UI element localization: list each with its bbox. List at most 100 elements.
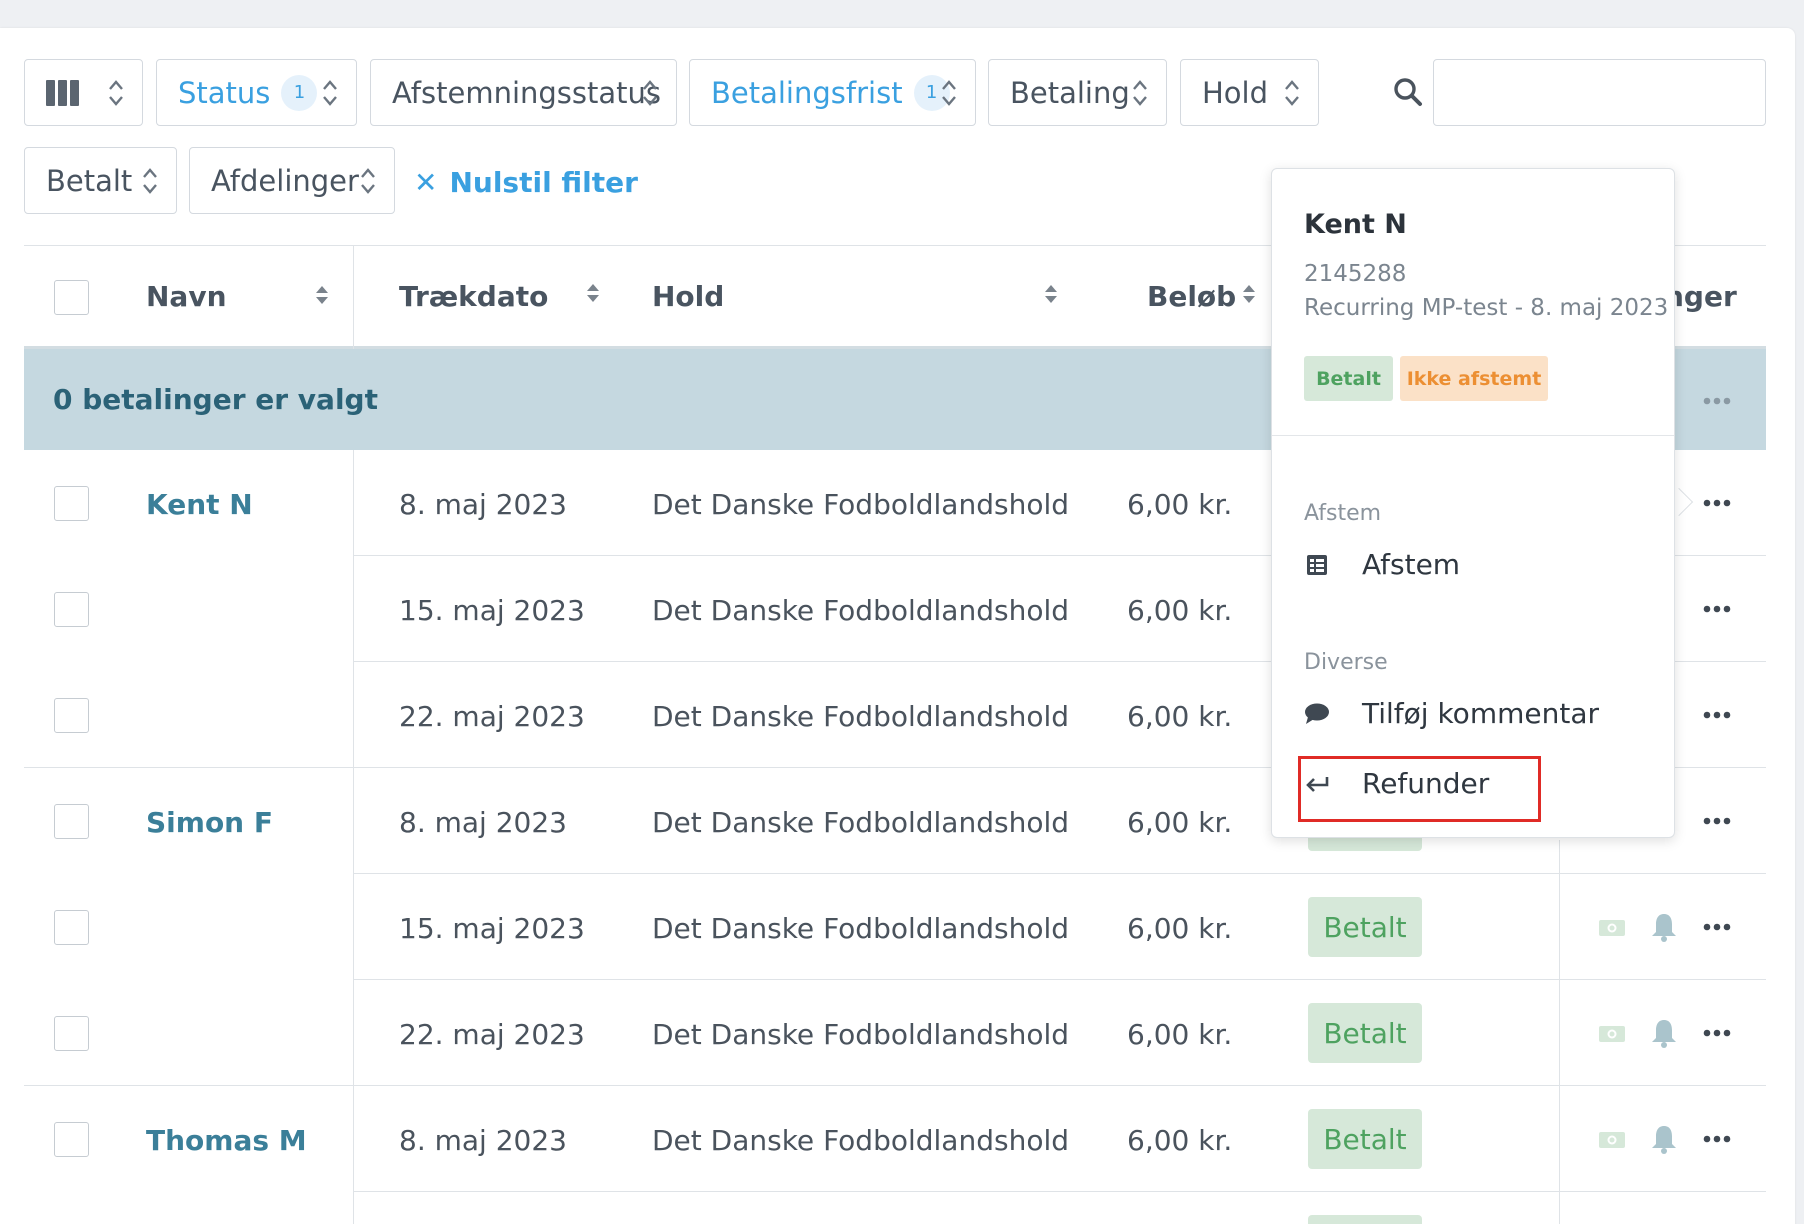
bell-icon[interactable] [1650,1123,1678,1155]
amount: 6,00 kr. [1127,806,1233,839]
add-comment-menu-item[interactable]: Tilføj kommentar [1304,697,1599,730]
filter-reconciliation-label: Afstemningsstatus [392,75,662,110]
member-name-link[interactable]: Kent N [146,488,253,521]
close-icon: ✕ [414,166,438,199]
filter-payment[interactable]: Betaling [988,59,1167,126]
draw-date: 8. maj 2023 [399,488,567,521]
filter-team-label: Hold [1202,75,1269,110]
reconcile-menu-item[interactable]: Afstem [1304,548,1460,581]
select-all-checkbox[interactable] [54,280,89,315]
section-reconcile-heading: Afstem [1304,501,1382,526]
team-name: Det Danske Fodboldlandshold [652,700,1070,733]
filter-paid-label: Betalt [46,163,133,198]
status-badge: Betalt [1308,897,1422,957]
more-icon[interactable] [1703,1135,1731,1143]
filter-team[interactable]: Hold [1180,59,1319,126]
search-input[interactable] [1433,59,1766,126]
row-checkbox[interactable] [54,910,89,945]
row-checkbox[interactable] [54,592,89,627]
status-badge [1308,1215,1422,1224]
reset-filter-label: Nulstil filter [449,166,638,199]
draw-date: 22. maj 2023 [399,700,585,733]
sort-icon [361,168,375,194]
sort-icon [109,80,123,106]
section-misc-heading: Diverse [1304,650,1388,675]
paid-tag: Betalt [1304,356,1393,401]
bell-icon[interactable] [1650,1017,1678,1049]
filter-payment-label: Betaling [1010,75,1130,110]
refund-highlight-box [1298,756,1541,822]
member-name-link[interactable]: Simon F [146,806,273,839]
sort-icon [942,80,956,106]
search-icon[interactable] [1393,77,1423,107]
more-icon[interactable] [1703,817,1731,825]
filter-due-date-label: Betalingsfrist [711,75,903,110]
money-icon[interactable] [1598,1130,1626,1150]
column-picker-button[interactable] [24,59,143,126]
draw-date: 8. maj 2023 [399,1124,567,1157]
divider [1559,840,1560,1224]
payment-actions-popover: Kent N 2145288 Recurring MP-test - 8. ma… [1271,168,1675,838]
status-badge: Betalt [1308,1109,1422,1169]
draw-date: 15. maj 2023 [399,912,585,945]
divider [24,1085,1766,1086]
sort-icon[interactable] [1242,283,1256,305]
draw-date: 22. maj 2023 [399,1018,585,1051]
sort-icon[interactable] [315,284,329,306]
bell-icon[interactable] [1650,911,1678,943]
filter-paid[interactable]: Betalt [24,147,177,214]
filter-status[interactable]: Status 1 [156,59,357,126]
reconcile-icon [1304,552,1330,578]
sort-icon [643,80,657,106]
sort-icon [1285,80,1299,106]
more-icon[interactable] [1703,397,1731,405]
filter-status-label: Status [178,75,271,110]
divider [1272,435,1674,436]
team-name: Det Danske Fodboldlandshold [652,1124,1070,1157]
amount: 6,00 kr. [1127,1018,1233,1051]
filter-reconciliation-status[interactable]: Afstemningsstatus [370,59,677,126]
more-icon[interactable] [1703,499,1731,507]
row-checkbox[interactable] [54,1122,89,1157]
comment-icon [1304,701,1330,727]
popover-member-name: Kent N [1304,209,1407,240]
filter-departments[interactable]: Afdelinger [189,147,395,214]
money-icon[interactable] [1598,918,1626,938]
column-header-team[interactable]: Hold [652,280,724,313]
row-checkbox[interactable] [54,1016,89,1051]
team-name: Det Danske Fodboldlandshold [652,594,1070,627]
add-comment-label: Tilføj kommentar [1362,697,1599,730]
selection-count: 0 betalinger er valgt [53,383,378,416]
reset-filter-button[interactable]: ✕ Nulstil filter [414,166,638,199]
row-checkbox[interactable] [54,486,89,521]
amount: 6,00 kr. [1127,912,1233,945]
sort-icon[interactable] [1044,283,1058,305]
columns-icon [46,79,79,106]
sort-icon[interactable] [586,282,600,304]
row-checkbox[interactable] [54,804,89,839]
more-icon[interactable] [1703,923,1731,931]
more-icon[interactable] [1703,1029,1731,1037]
more-icon[interactable] [1703,711,1731,719]
column-header-draw-date[interactable]: Trækdato [399,280,548,313]
filter-departments-label: Afdelinger [211,163,359,198]
team-name: Det Danske Fodboldlandshold [652,1018,1070,1051]
filter-status-count: 1 [281,74,318,111]
more-icon[interactable] [1703,605,1731,613]
money-icon[interactable] [1598,1024,1626,1044]
amount: 6,00 kr. [1127,700,1233,733]
draw-date: 8. maj 2023 [399,806,567,839]
member-name-link[interactable]: Thomas M [146,1124,307,1157]
column-header-amount[interactable]: Beløb [1147,280,1236,313]
column-header-name[interactable]: Navn [146,280,227,313]
sort-icon [143,168,157,194]
popover-description: Recurring MP-test - 8. maj 2023 [1304,295,1669,321]
unreconciled-tag: Ikke afstemt [1400,356,1548,401]
divider [353,979,1766,980]
row-checkbox[interactable] [54,698,89,733]
draw-date: 15. maj 2023 [399,594,585,627]
filter-due-date[interactable]: Betalingsfrist 1 [689,59,976,126]
team-name: Det Danske Fodboldlandshold [652,806,1070,839]
sort-icon [323,80,337,106]
popover-payment-id: 2145288 [1304,261,1407,287]
